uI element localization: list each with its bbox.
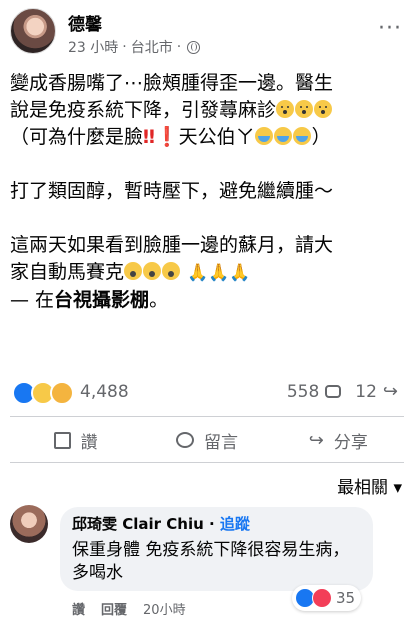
share-button[interactable]: ↪ 分享: [273, 420, 404, 460]
post-line-5: 這兩天如果看到臉腫一邊的蘇月，請大: [10, 234, 334, 256]
comment-text: 保重身體 免疫系統下降很容易生病，多喝水: [72, 540, 350, 583]
comment-like-button[interactable]: 讚: [72, 599, 85, 618]
dizzy-face-icon: [295, 100, 314, 118]
post-line-7a: — 在: [10, 289, 55, 311]
divider: [10, 416, 404, 417]
comment-reply-button[interactable]: 回覆: [101, 599, 127, 618]
comment-count[interactable]: 558: [287, 382, 319, 402]
reaction-count[interactable]: 4,488: [80, 382, 129, 402]
post-actions: 讚 留言 ↪ 分享: [10, 420, 404, 460]
double-exclamation-icon: ‼: [143, 126, 155, 148]
astonished-face-icon: [162, 262, 181, 280]
post-header: 德馨 23 小時 · 台北市 · ···: [10, 8, 404, 58]
post-line-6: 家自動馬賽克 🙏🙏🙏: [10, 259, 404, 287]
post-line-1: 變成香腸嘴了⋯臉頰腫得歪一邊。醫生: [10, 72, 334, 94]
post-line-3d: 天公伯ㄚ: [178, 126, 255, 148]
pray-icon: 🙏🙏🙏: [187, 263, 251, 283]
post-location[interactable]: 台北市: [131, 37, 173, 57]
commenter-name-row: 邱琦雯 Clair Chiu · 追蹤: [72, 513, 250, 534]
like-button[interactable]: 讚: [10, 420, 141, 460]
commenter-name[interactable]: 邱琦雯 Clair Chiu: [72, 515, 204, 533]
comment-sort-dropdown[interactable]: 最相關 ▾: [337, 473, 402, 498]
comment-button[interactable]: 留言: [141, 420, 272, 460]
dizzy-face-icon: [276, 100, 295, 118]
love-reaction-icon: [312, 588, 332, 608]
location-tag[interactable]: 台視攝影棚: [54, 289, 149, 311]
post-line-2: 說是免疫系統下降，引發蕁麻診: [10, 97, 404, 124]
post-line-7: — 在台視攝影棚。: [10, 287, 404, 314]
crying-face-icon: [292, 127, 311, 145]
post-line-7c: 。: [149, 289, 169, 311]
engagement-counts: 558 12 ↪: [287, 381, 398, 402]
post-time[interactable]: 23 小時: [68, 37, 118, 57]
author-avatar[interactable]: [10, 8, 56, 54]
name-separator: ·: [203, 515, 220, 533]
post-line-3: （可為什麼是臉‼❗天公伯ㄚ ）: [10, 124, 404, 151]
dizzy-face-icon: [314, 100, 333, 118]
crying-face-icon: [273, 127, 292, 145]
thumbs-up-icon: [53, 431, 71, 449]
like-label: 讚: [80, 432, 98, 453]
comment-bubble: 邱琦雯 Clair Chiu · 追蹤 保重身體 免疫系統下降很容易生病，多喝水: [60, 507, 373, 591]
author-name[interactable]: 德馨: [68, 10, 102, 35]
globe-icon: [187, 40, 201, 54]
follow-link[interactable]: 追蹤: [220, 515, 250, 533]
crying-face-icon: [254, 127, 273, 145]
comment-icon: [325, 385, 342, 398]
comment-reactions[interactable]: 35: [292, 585, 362, 611]
exclamation-icon: ❗: [154, 126, 179, 148]
post-line-3e: ）: [311, 126, 331, 148]
meta-dot: ·: [122, 39, 127, 55]
reaction-summary[interactable]: 4,488 558 12 ↪: [10, 378, 404, 406]
divider: [10, 462, 404, 463]
astonished-face-icon: [124, 262, 143, 280]
share-count[interactable]: 12: [355, 382, 377, 402]
comment-reaction-count: 35: [336, 589, 356, 607]
commenter-avatar[interactable]: [10, 505, 48, 543]
post-meta: 23 小時 · 台北市 ·: [68, 37, 201, 57]
share-icon: ↪: [382, 381, 398, 402]
comment-label: 留言: [203, 432, 238, 453]
post-body: 變成香腸嘴了⋯臉頰腫得歪一邊。醫生 說是免疫系統下降，引發蕁麻診 （可為什麼是臉…: [10, 70, 404, 314]
care-reaction-icon: [50, 381, 74, 405]
share-label: 分享: [333, 432, 368, 453]
comment-time[interactable]: 20小時: [143, 599, 186, 618]
comment-actions: 讚 回覆 20小時: [72, 599, 186, 618]
astonished-face-icon: [143, 262, 162, 280]
share-arrow-icon: ↪: [308, 429, 324, 451]
post-line-6-text: 家自動馬賽克: [10, 261, 125, 283]
meta-dot-2: ·: [176, 39, 182, 55]
post-line-4: 打了類固醇，暫時壓下，避免繼續腫～: [10, 180, 334, 202]
post-line-2-text: 說是免疫系統下降，引發蕁麻診: [10, 99, 277, 121]
comment-bubble-icon: [175, 432, 194, 448]
post-line-3a: （可為什麼是臉: [10, 126, 144, 148]
reaction-icons: [12, 381, 74, 405]
more-icon[interactable]: ···: [378, 16, 402, 41]
